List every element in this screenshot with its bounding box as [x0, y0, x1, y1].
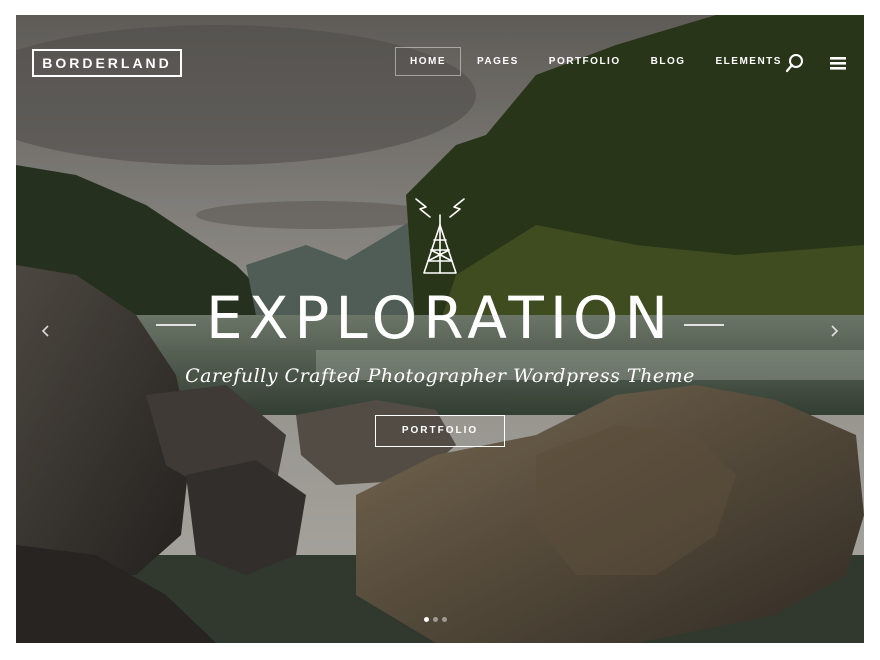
brand-logo[interactable]: BORDERLAND: [32, 49, 182, 77]
chevron-left-icon[interactable]: [38, 320, 52, 342]
hero-slider: BORDERLAND HOME PAGES PORTFOLIO BLOG ELE…: [16, 15, 864, 643]
nav-item-portfolio[interactable]: PORTFOLIO: [535, 47, 635, 76]
nav-item-pages[interactable]: PAGES: [463, 47, 533, 76]
nav-item-home[interactable]: HOME: [395, 47, 461, 76]
chevron-right-icon[interactable]: [828, 320, 842, 342]
slide-dot[interactable]: [424, 617, 429, 622]
nav-item-blog[interactable]: BLOG: [637, 47, 700, 76]
hamburger-menu-icon[interactable]: [828, 53, 848, 73]
nav-item-elements[interactable]: ELEMENTS: [702, 47, 796, 76]
hero-title: EXPLORATION: [206, 284, 674, 352]
hero-subtitle: Carefully Crafted Photographer Wordpress…: [185, 365, 695, 387]
main-nav: HOME PAGES PORTFOLIO BLOG ELEMENTS: [395, 47, 798, 76]
slider-pagination: [424, 617, 451, 622]
title-right-line: [684, 324, 724, 326]
slide-dot[interactable]: [433, 617, 438, 622]
search-icon[interactable]: [785, 53, 805, 73]
portfolio-button[interactable]: PORTFOLIO: [375, 415, 505, 447]
radio-tower-icon: [415, 198, 465, 274]
slide-dot[interactable]: [442, 617, 447, 622]
